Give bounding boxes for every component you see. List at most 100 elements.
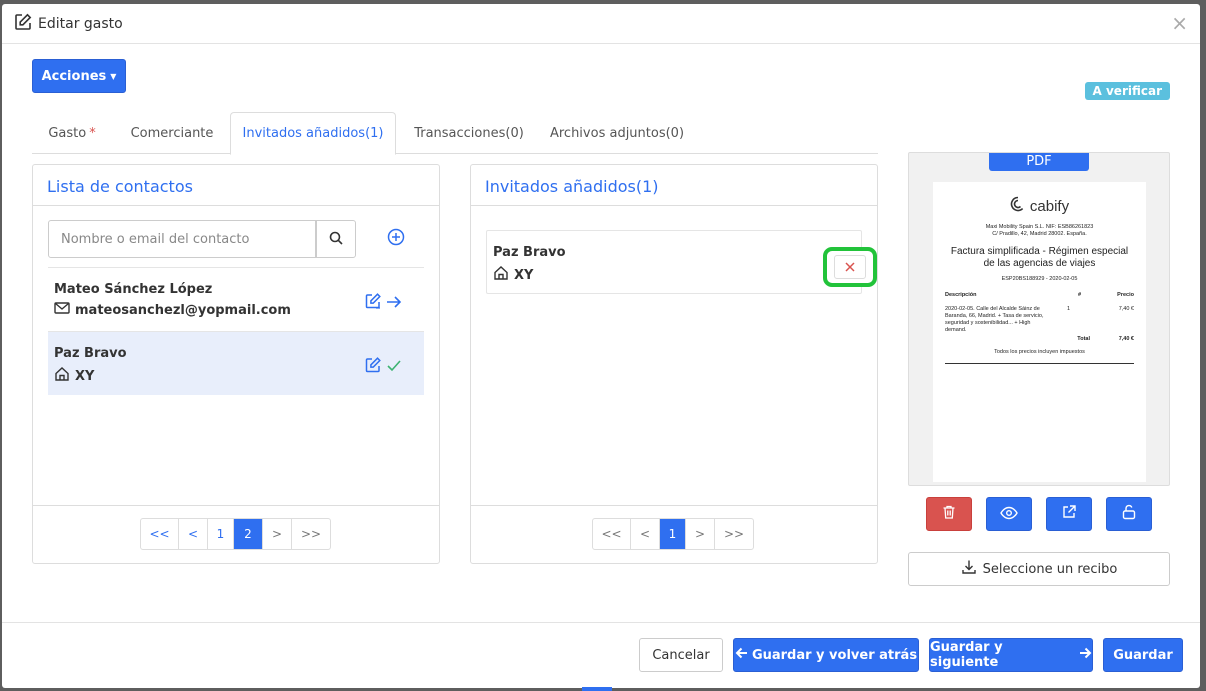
receipt-item-qty: 1: [1067, 306, 1071, 312]
save-button[interactable]: Guardar: [1103, 638, 1183, 672]
mail-icon: [54, 302, 70, 318]
save-and-back-label: Guardar y volver atrás: [751, 647, 918, 663]
select-receipt-button[interactable]: Seleccione un recibo: [908, 552, 1170, 586]
modal-header: Editar gasto ×: [2, 4, 1200, 44]
arrow-left-icon: [735, 647, 748, 663]
home-icon: [54, 366, 70, 386]
receipt-col-qty: #: [1078, 292, 1082, 298]
add-to-invited-icon[interactable]: [386, 294, 402, 313]
actions-dropdown-button[interactable]: Acciones ▼: [32, 59, 126, 93]
receipt-col-desc: Descripción: [945, 292, 977, 298]
page-number-current[interactable]: 1: [660, 519, 686, 549]
tab-bar: Gasto * Comerciante Invitados añadidos(1)…: [32, 112, 878, 155]
tab-label: Gasto: [48, 125, 87, 141]
home-icon: [493, 265, 509, 285]
arrow-right-icon: [1079, 647, 1092, 663]
add-contact-button[interactable]: [385, 228, 407, 250]
save-and-next-label: Guardar y siguiente: [930, 640, 1003, 670]
caret-down-icon: ▼: [110, 71, 117, 81]
cancel-button[interactable]: Cancelar: [639, 638, 723, 672]
cancel-label: Cancelar: [652, 647, 710, 663]
footer-divider: [2, 622, 1200, 623]
invited-panel-title: Invitados añadidos(1): [471, 165, 877, 206]
receipt-company-line: Maxi Mobility Spain S.L. NIF: ESB8626182…: [985, 224, 1094, 230]
save-and-back-button[interactable]: Guardar y volver atrás: [733, 638, 919, 672]
trash-icon: [941, 504, 957, 524]
invited-pagination-area: << < 1 > >>: [471, 505, 877, 563]
modal-title: Editar gasto: [38, 15, 123, 32]
receipt-title-line: de las agencias de viajes: [983, 258, 1096, 269]
unlock-icon: [1121, 504, 1137, 524]
receipt-item-price: 7,40 €: [1118, 306, 1134, 312]
receipt-total-value: 7,40 €: [1118, 336, 1134, 342]
pdf-tag: PDF: [989, 153, 1089, 171]
save-and-next-button[interactable]: Guardar y siguiente: [929, 638, 1093, 672]
tab-comerciante[interactable]: Comerciante: [117, 112, 227, 154]
receipt-document[interactable]: cabify Maxi Mobility Spain S.L. NIF: ESB…: [933, 182, 1146, 482]
page-number-current[interactable]: 2: [234, 519, 263, 549]
plus-circle-icon: [387, 228, 405, 250]
receipt-footer-note: Todos los precios incluyen impuestos: [994, 349, 1085, 355]
edit-expense-modal: Editar gasto × Acciones ▼ A verificar Ga…: [2, 4, 1200, 688]
background-strip: [582, 687, 612, 691]
contact-item[interactable]: Mateo Sánchez López mateosanchezl@yopmai…: [48, 267, 424, 331]
invitee-name: Paz Bravo: [493, 245, 566, 260]
page-first[interactable]: <<: [593, 519, 631, 549]
cabify-logo-icon: [1010, 196, 1026, 216]
close-icon[interactable]: ×: [1171, 13, 1188, 33]
contacts-pagination-area: << < 1 2 > >>: [33, 505, 439, 563]
tab-label: Comerciante: [130, 125, 214, 141]
receipt-item-desc: 2020-02-05. Calle del Alcalde Sáinz de B…: [945, 306, 1044, 333]
page-last[interactable]: >>: [292, 519, 330, 549]
save-label: Guardar: [1113, 647, 1173, 663]
tab-label: Archivos adjuntos(0): [549, 125, 685, 141]
remove-invitee-highlight: [823, 247, 877, 287]
delete-receipt-button[interactable]: [926, 497, 972, 531]
page-next[interactable]: >: [263, 519, 292, 549]
receipt-title: Factura simplificada - Régimen especial …: [945, 246, 1134, 270]
contacts-panel-title: Lista de contactos: [33, 165, 439, 206]
page-prev[interactable]: <: [179, 519, 208, 549]
download-icon: [961, 559, 977, 579]
page-prev[interactable]: <: [631, 519, 660, 549]
page-first[interactable]: <<: [141, 519, 179, 549]
receipt-preview: PDF cabify Maxi Mobility Spain S.L. NIF:…: [908, 152, 1170, 486]
remove-invitee-button[interactable]: [834, 255, 866, 279]
contact-email: mateosanchezl@yopmail.com: [75, 302, 291, 318]
tab-label: Invitados añadidos(1): [242, 126, 384, 141]
tab-transacciones[interactable]: Transacciones(0): [402, 112, 536, 154]
view-receipt-button[interactable]: [986, 497, 1032, 531]
search-button[interactable]: [316, 220, 356, 258]
invited-pagination: << < 1 > >>: [592, 518, 754, 550]
contact-detail: XY: [75, 368, 95, 384]
receipt-ref: ESP20BS188929 - 2020-02-05: [1001, 276, 1078, 282]
page-next[interactable]: >: [686, 519, 715, 549]
invitee-item: Paz Bravo XY: [486, 230, 862, 294]
page-last[interactable]: >>: [715, 519, 753, 549]
required-mark: *: [89, 125, 96, 141]
close-icon: [844, 258, 856, 277]
unlock-receipt-button[interactable]: [1106, 497, 1152, 531]
eye-icon: [1000, 505, 1018, 524]
open-external-button[interactable]: [1046, 497, 1092, 531]
receipt-title-line: Factura simplificada - Régimen especial: [950, 246, 1129, 257]
receipt-divider: [945, 363, 1134, 364]
tab-archivos[interactable]: Archivos adjuntos(0): [542, 112, 692, 154]
contact-search-input[interactable]: [48, 220, 316, 258]
select-receipt-label: Seleccione un recibo: [982, 561, 1118, 577]
page-number[interactable]: 1: [208, 519, 234, 549]
receipt-col-price: Precio: [1117, 292, 1134, 298]
contacts-pagination: << < 1 2 > >>: [140, 518, 331, 550]
tab-label: Transacciones(0): [414, 125, 524, 141]
edit-contact-icon[interactable]: [364, 356, 382, 378]
status-badge: A verificar: [1084, 82, 1170, 100]
invited-panel: Invitados añadidos(1) Paz Bravo XY << < …: [470, 164, 878, 564]
contacts-panel: Lista de contactos Mateo Sánchez López m…: [32, 164, 440, 564]
edit-contact-icon[interactable]: [364, 292, 382, 314]
check-icon: [386, 358, 402, 377]
contact-item[interactable]: Paz Bravo XY: [48, 331, 424, 395]
tab-invitados[interactable]: Invitados añadidos(1): [230, 112, 396, 155]
receipt-company-line: C/ Pradillo, 42, Madrid 28002. España.: [992, 231, 1087, 237]
tab-gasto[interactable]: Gasto *: [32, 112, 112, 154]
actions-label: Acciones: [41, 68, 107, 84]
